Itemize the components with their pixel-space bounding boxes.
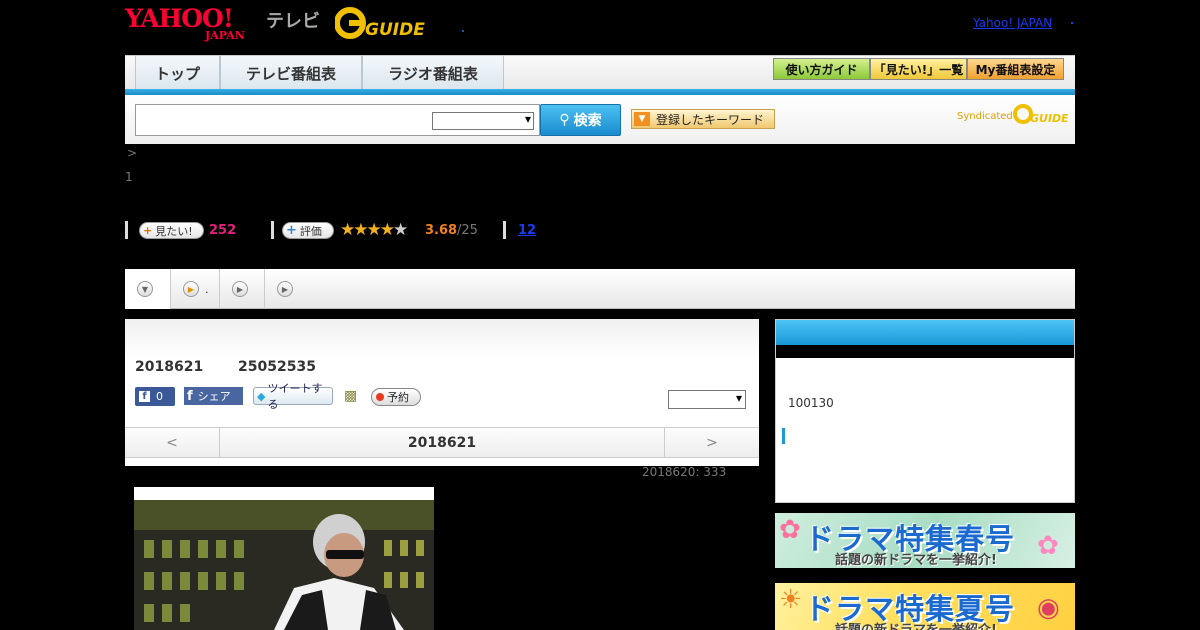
broadcast-note: 2018620: 333 <box>642 465 727 479</box>
syndicated-text: Syndicated <box>957 111 1013 122</box>
header-dot <box>462 30 464 32</box>
sidebar-header-band <box>776 345 1074 358</box>
search-button[interactable]: ⚲ 検索 <box>540 104 621 136</box>
subtab-2-label: . <box>205 282 209 296</box>
play-icon: ▶ <box>183 281 199 297</box>
program-time: 25052535 <box>238 359 316 375</box>
rate-button[interactable]: + 評価 <box>282 222 334 239</box>
star-icon: ★ <box>353 220 368 240</box>
current-day: 2018621 <box>407 434 477 451</box>
program-select[interactable] <box>668 390 746 409</box>
tweet-label: ツイートする <box>267 382 323 411</box>
page-counter: 1 <box>125 170 133 184</box>
sidebar-text: 100130 <box>788 396 834 410</box>
flower-icon: ✿ <box>779 515 801 545</box>
subtab-4[interactable]: ▶ <box>265 269 310 309</box>
syndicated-gguide-logo: GUIDE <box>1013 104 1068 125</box>
yahoo-japan-link[interactable]: Yahoo! JAPAN <box>973 16 1052 30</box>
usage-guide-button[interactable]: 使い方ガイド <box>773 58 870 80</box>
reserve-button[interactable]: 予約 <box>371 388 421 406</box>
rating-stars: ★★★★★ <box>340 220 408 240</box>
my-guide-settings-button[interactable]: My番組表設定 <box>967 58 1064 80</box>
program-date: 2018621 <box>135 359 204 375</box>
svg-text:GUIDE: GUIDE <box>365 20 425 40</box>
header-link-dot <box>1071 22 1073 24</box>
drama-spring-subtitle: 話題の新ドラマを一挙紹介! <box>835 553 997 568</box>
flower-icon: ✿ <box>1037 531 1059 561</box>
tweet-button[interactable]: ◆ ツイートする <box>253 382 333 411</box>
search-category-select[interactable] <box>432 112 534 130</box>
search-area: ⚲ 検索 ▼ 登録したキーワード Syndicated GUIDE <box>125 95 1075 144</box>
search-button-label: 検索 <box>573 113 602 129</box>
subtab-3[interactable]: ▶ <box>220 269 265 309</box>
sidebar-marker <box>782 428 785 444</box>
calendar-add-icon[interactable]: ▩ <box>344 388 357 404</box>
drama-summer-subtitle: 話題の新ドラマを一挙紹介! <box>835 619 997 630</box>
mitai-list-button[interactable]: 「見たい!」一覧 <box>870 58 967 80</box>
record-icon <box>376 393 384 401</box>
registered-keywords-button[interactable]: ▼ 登録したキーワード <box>631 109 775 129</box>
review-count-link[interactable]: 12 <box>518 223 536 238</box>
star-icon: ★ <box>393 220 408 240</box>
play-icon: ▶ <box>232 281 248 297</box>
day-navigation: < 2018621 > <box>125 427 759 458</box>
rate-label: 評価 <box>299 224 322 238</box>
drama-summer-banner[interactable]: ☀ ◉ ドラマ特集夏号 話題の新ドラマを一挙紹介! <box>775 583 1075 630</box>
yahoo-logo-japan: JAPAN <box>205 29 245 42</box>
next-day-button[interactable]: > <box>664 428 759 457</box>
tab-tv-guide-label: テレビ番組表 <box>245 64 336 83</box>
tab-top-label: トップ <box>154 64 200 83</box>
page: YAHOO! JAPAN テレビ GUIDE Yahoo! JAPAN トップ … <box>0 0 1200 630</box>
chevron-down-icon: ▼ <box>137 281 153 297</box>
sidebar-header <box>776 320 1074 345</box>
play-icon: ▶ <box>277 281 293 297</box>
star-icon: ★ <box>379 220 395 240</box>
sidebar-panel: 100130 <box>775 319 1075 503</box>
yahoo-logo[interactable]: YAHOO! <box>125 6 234 31</box>
stat-divider <box>271 221 274 239</box>
plus-icon: + <box>143 224 153 237</box>
registered-keywords-label: 登録したキーワード <box>656 112 765 127</box>
facebook-like-button[interactable]: f 0 <box>135 387 175 406</box>
facebook-share-label: シェア <box>197 390 231 403</box>
star-icon: ★ <box>366 220 382 240</box>
breadcrumb: > <box>127 146 138 160</box>
svg-text:GUIDE: GUIDE <box>1030 112 1068 125</box>
triangle-down-icon: ▼ <box>634 112 650 126</box>
facebook-icon: f <box>139 391 150 402</box>
stat-divider <box>125 221 128 239</box>
mitai-button[interactable]: + 見たい! <box>139 222 204 239</box>
mitai-label: 見たい! <box>155 224 193 238</box>
rating-max: /25 <box>457 223 478 238</box>
facebook-like-count: 0 <box>156 390 163 403</box>
rating-value: 3.68 <box>425 223 458 238</box>
twitter-icon: ◆ <box>257 389 266 403</box>
tab-radio-guide-label: ラジオ番組表 <box>388 64 478 83</box>
facebook-icon: f <box>187 388 193 404</box>
tab-top[interactable]: トップ <box>135 56 220 90</box>
program-panel: 2018621 25052535 f 0 f シェア ◆ ツイートする ▩ 予約… <box>125 319 759 466</box>
global-nav: トップ テレビ番組表 ラジオ番組表 使い方ガイド 「見たい!」一覧 My番組表設… <box>125 55 1075 91</box>
mitai-count: 252 <box>209 223 237 238</box>
reserve-label: 予約 <box>387 391 409 404</box>
fan-icon: ◉ <box>1037 593 1060 623</box>
subtab-2[interactable]: ▶ . <box>171 269 220 309</box>
drama-spring-banner[interactable]: ✿ ✿ ドラマ特集春号 話題の新ドラマを一挙紹介! <box>775 513 1075 568</box>
subtab-1[interactable]: ▼ <box>125 269 171 309</box>
plus-icon: + <box>286 223 297 238</box>
stat-divider <box>503 221 506 239</box>
previous-day-button[interactable]: < <box>125 428 220 457</box>
sun-icon: ☀ <box>779 585 803 615</box>
program-subtabs: ▼ ▶ . ▶ ▶ <box>125 269 1075 309</box>
tab-radio-guide[interactable]: ラジオ番組表 <box>362 56 504 90</box>
tab-tv-guide[interactable]: テレビ番組表 <box>220 56 362 90</box>
facebook-share-button[interactable]: f シェア <box>184 387 243 405</box>
search-icon: ⚲ <box>559 112 570 128</box>
gguide-logo[interactable]: GUIDE <box>335 6 431 40</box>
tv-logo-text: テレビ <box>266 11 320 32</box>
program-photo <box>134 500 434 630</box>
star-icon: ★ <box>340 220 355 240</box>
